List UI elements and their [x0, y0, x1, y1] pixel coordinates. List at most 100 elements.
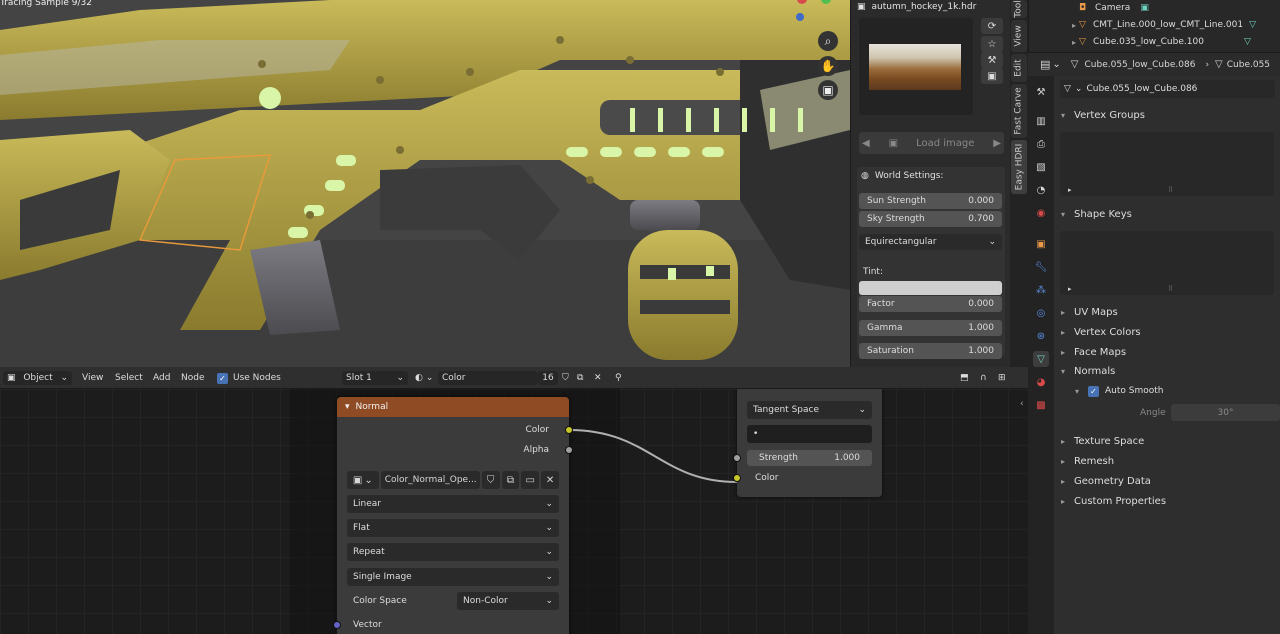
parent-node-icon[interactable]: ⬒ — [960, 371, 969, 385]
tab-view[interactable]: View — [1011, 20, 1027, 52]
input-strength-socket[interactable] — [733, 454, 741, 462]
image-name-field[interactable]: Color_Normal_Ope... — [380, 471, 480, 489]
use-nodes-toggle[interactable]: ✓ Use Nodes — [217, 371, 281, 385]
modifier-wrench-icon[interactable]: 🔧︎ — [1033, 259, 1049, 275]
fake-user-shield-icon[interactable]: ⛉ — [562, 371, 569, 385]
next-arrow-icon[interactable]: ▶ — [993, 138, 1001, 149]
outliner-row-camera[interactable]: ◘ Camera ▣ — [1029, 0, 1280, 16]
duplicate-icon[interactable]: ⧉ — [577, 371, 583, 385]
sun-strength-field[interactable]: Sun Strength 0.000 — [859, 193, 1002, 209]
sidebar-toggle-arrow-icon[interactable]: ‹ — [1020, 399, 1024, 409]
tab-easy-hdri[interactable]: Easy HDRI — [1011, 140, 1027, 194]
panel-shape-keys[interactable]: ▾ Shape Keys — [1058, 205, 1276, 223]
mesh-name-field[interactable]: ▽ ⌄ Cube.055_low_Cube.086 — [1060, 80, 1275, 98]
factor-field[interactable]: Factor 0.000 — [859, 296, 1002, 312]
strength-field[interactable]: Strength 1.000 — [747, 450, 872, 466]
gamma-field[interactable]: Gamma 1.000 — [859, 320, 1002, 336]
outliner-row-cmt-line[interactable]: ▸ ▽ CMT_Line.000_low_CMT_Line.001 ▽ — [1029, 17, 1280, 33]
duplicate-icon[interactable]: ⧉ — [501, 471, 520, 489]
panel-face-maps[interactable]: ▸ Face Maps — [1058, 343, 1276, 361]
mesh-data-icon[interactable]: ▽ — [1033, 351, 1049, 367]
open-folder-icon[interactable]: ▭ — [521, 471, 540, 489]
material-name-field[interactable]: Color — [438, 371, 538, 385]
particles-icon[interactable]: ⁂ — [1033, 282, 1049, 298]
pin-icon[interactable]: ⚲ — [615, 371, 622, 385]
projection-select[interactable]: Flat ⌄ — [347, 519, 559, 537]
projection-select[interactable]: Equirectangular ⌄ — [859, 234, 1002, 250]
normal-space-select[interactable]: Tangent Space ⌄ — [747, 401, 872, 419]
view-layer-icon[interactable]: ▧ — [1033, 159, 1049, 175]
previous-arrow-icon[interactable]: ◀ — [862, 138, 870, 149]
interpolation-select[interactable]: Linear ⌄ — [347, 495, 559, 513]
chevron-down-icon[interactable]: ⌄ — [1052, 59, 1060, 70]
refresh-icon[interactable]: ⟳ — [981, 18, 1003, 34]
editor-type-icon[interactable]: ▤ — [1040, 58, 1050, 71]
material-browse-button[interactable]: ◐ ⌄ — [415, 371, 433, 385]
resize-grip-icon[interactable]: ⠿ — [1168, 186, 1173, 194]
object-properties-icon[interactable]: ▣ — [1033, 236, 1049, 252]
snap-element-icon[interactable]: ⊞ — [998, 371, 1006, 385]
menu-add[interactable]: Add — [153, 371, 170, 385]
checkbox-checked-icon[interactable]: ✓ — [217, 372, 228, 384]
output-settings-icon[interactable]: ⎙ — [1033, 136, 1049, 152]
texture-checker-icon[interactable]: ▩ — [1033, 397, 1049, 413]
hdri-preview-box[interactable] — [859, 18, 973, 115]
resize-grip-icon[interactable]: ⠿ — [1168, 285, 1173, 293]
image-texture-node[interactable]: ▾ Normal Color Alpha ▣ ⌄ Color_Normal_Ope… — [333, 397, 573, 634]
color-space-select[interactable]: Non-Color ⌄ — [457, 592, 559, 610]
panel-texture-space[interactable]: ▸ Texture Space — [1058, 432, 1276, 450]
saturation-field[interactable]: Saturation 1.000 — [859, 343, 1002, 359]
tab-fast-carve[interactable]: Fast Carve — [1011, 84, 1027, 138]
tab-tool[interactable]: Tool — [1011, 0, 1027, 18]
panel-remesh[interactable]: ▸ Remesh — [1058, 452, 1276, 470]
normal-map-node[interactable]: Tangent Space ⌄ • Strength 1.000 Color — [733, 389, 882, 497]
snapping-magnet-icon[interactable]: ∩ — [980, 371, 987, 385]
sky-strength-field[interactable]: Sky Strength 0.700 — [859, 211, 1002, 227]
extension-select[interactable]: Repeat ⌄ — [347, 543, 559, 561]
load-image-button[interactable]: Load image — [916, 138, 974, 149]
output-color-socket[interactable] — [565, 426, 573, 434]
favorite-star-icon[interactable]: ☆ — [981, 36, 1003, 52]
output-alpha-socket[interactable] — [565, 446, 573, 454]
render-settings-icon[interactable]: ▥ — [1033, 113, 1049, 129]
constraints-icon[interactable]: ⊛ — [1033, 328, 1049, 344]
expand-arrow-icon[interactable]: ▸ — [1068, 186, 1072, 194]
panel-custom-properties[interactable]: ▸ Custom Properties — [1058, 492, 1276, 510]
source-select[interactable]: Single Image ⌄ — [347, 568, 559, 586]
close-icon[interactable]: ✕ — [594, 371, 602, 385]
material-users-count[interactable]: 16 — [538, 371, 558, 385]
input-color-socket[interactable] — [733, 474, 741, 482]
slot-select[interactable]: Slot 1 ⌄ — [342, 371, 408, 385]
world-icon[interactable]: ◉ — [1033, 205, 1049, 221]
expand-arrow-icon[interactable]: ▸ — [1069, 21, 1079, 30]
physics-icon[interactable]: ◎ — [1033, 305, 1049, 321]
collapse-arrow-icon[interactable]: ▾ — [345, 402, 350, 412]
auto-smooth-row[interactable]: ▾ ✓ Auto Smooth — [1072, 382, 1280, 400]
panel-vertex-groups[interactable]: ▾ Vertex Groups — [1058, 106, 1276, 124]
3d-viewport[interactable]: Tracing Sample 9/32 ⌕ ✋ ▣ — [0, 0, 850, 367]
gizmo-blue-axis-icon[interactable] — [796, 13, 816, 33]
panel-geometry-data[interactable]: ▸ Geometry Data — [1058, 472, 1276, 490]
outliner-row-cube035[interactable]: ▸ ▽ Cube.035_low_Cube.100 ▽ — [1029, 34, 1280, 50]
tint-color-swatch[interactable] — [859, 281, 1002, 295]
close-icon[interactable]: ✕ — [541, 471, 559, 489]
image-texture-node-header[interactable]: ▾ Normal — [337, 397, 569, 417]
pan-hand-icon[interactable]: ✋ — [818, 56, 838, 76]
image-browse-button[interactable]: ▣ ⌄ — [347, 471, 379, 489]
fake-user-shield-icon[interactable]: ⛉ — [481, 471, 500, 489]
node-editor-canvas[interactable]: ▾ Normal Color Alpha ▣ ⌄ Color_Normal_Ope… — [0, 389, 1028, 634]
image-preview-icon[interactable]: ▣ — [981, 68, 1003, 84]
tool-settings-icon[interactable]: ⚒ — [1033, 84, 1049, 100]
shape-keys-list[interactable]: ▸ ⠿ — [1060, 231, 1274, 295]
material-icon[interactable]: ◕ — [1033, 374, 1049, 390]
zoom-icon[interactable]: ⌕ — [818, 31, 838, 51]
checkbox-checked-icon[interactable]: ✓ — [1088, 385, 1099, 397]
panel-vertex-colors[interactable]: ▸ Vertex Colors — [1058, 323, 1276, 341]
scene-icon[interactable]: ◔ — [1033, 182, 1049, 198]
angle-field[interactable]: 30° — [1171, 404, 1280, 421]
tools-icon[interactable]: ⚒ — [981, 52, 1003, 68]
mesh-breadcrumb[interactable]: Cube.055 — [1227, 60, 1270, 70]
panel-uv-maps[interactable]: ▸ UV Maps — [1058, 303, 1276, 321]
expand-arrow-icon[interactable]: ▸ — [1069, 38, 1079, 47]
panel-normals[interactable]: ▾ Normals — [1058, 362, 1276, 380]
